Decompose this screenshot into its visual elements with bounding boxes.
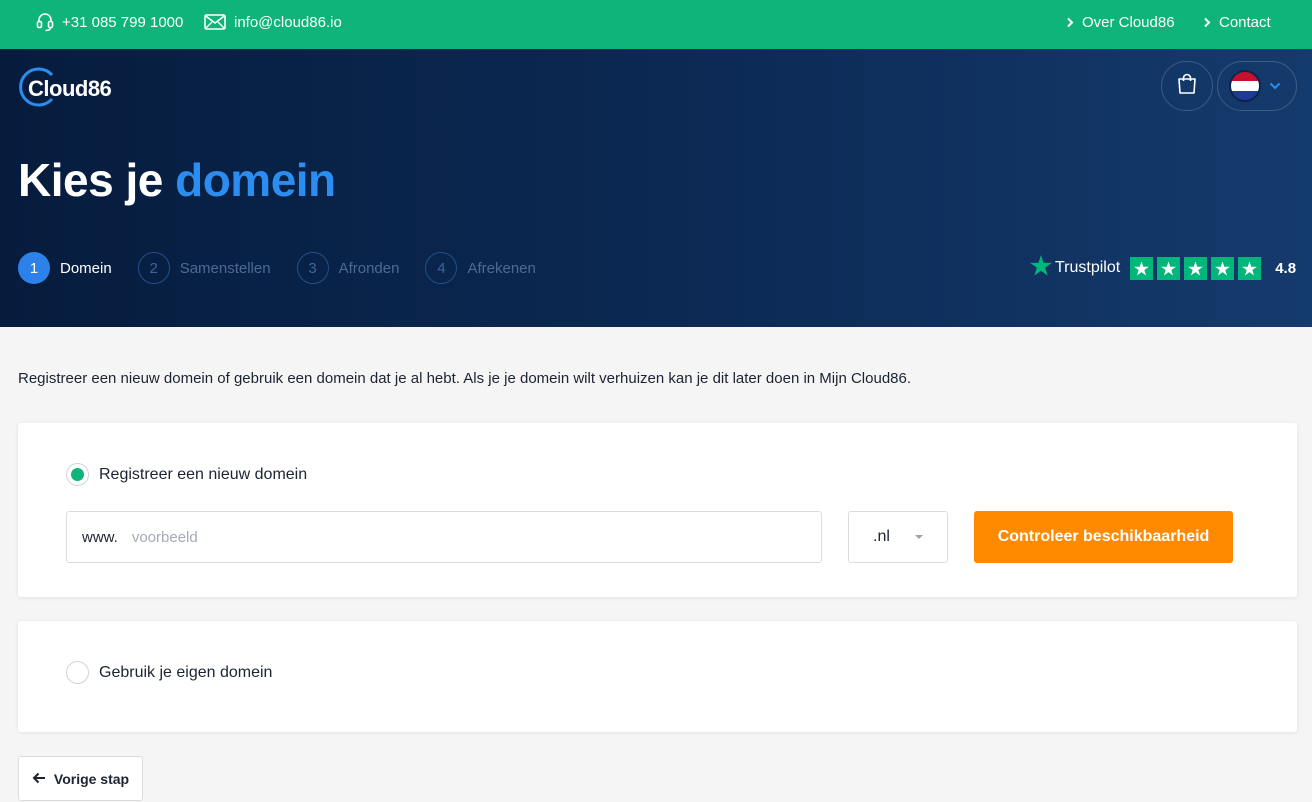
- email-address: info@cloud86.io: [234, 13, 342, 31]
- envelope-icon: [204, 14, 226, 30]
- radio-unselected[interactable]: [66, 661, 89, 684]
- option-label: Gebruik je eigen domein: [99, 663, 273, 681]
- netherlands-flag-icon: [1229, 70, 1261, 102]
- register-new-domain-option[interactable]: Registreer een nieuw domein: [66, 463, 307, 486]
- phone-link[interactable]: +31 085 799 1000: [36, 0, 183, 44]
- domain-input-group: www.: [66, 511, 822, 563]
- trustpilot-brand: Trustpilot: [1055, 259, 1121, 276]
- cloud86-logo[interactable]: Cloud86: [18, 65, 114, 109]
- trustpilot-score: 4.8: [1275, 259, 1297, 277]
- step-number: 1: [18, 252, 50, 284]
- trustpilot-rating[interactable]: Trustpilot 4.8: [1030, 255, 1296, 281]
- nav-link-over-cloud86[interactable]: Over Cloud86: [1066, 0, 1175, 44]
- phone-number: +31 085 799 1000: [62, 13, 184, 31]
- page-title: Kies je domein: [18, 153, 336, 207]
- step-label: Samenstellen: [179, 259, 271, 277]
- star-icon: [1184, 256, 1208, 280]
- page-title-accent: domein: [175, 154, 336, 206]
- star-icon: [1130, 256, 1154, 280]
- chevron-down-icon: [1269, 77, 1281, 95]
- step-label: Domein: [60, 259, 112, 277]
- step-afronden: 3 Afronden: [296, 252, 400, 284]
- radio-selected[interactable]: [66, 463, 89, 486]
- star-icon: [1157, 256, 1181, 280]
- step-number: 2: [137, 252, 170, 284]
- shopping-bag-icon: [1177, 73, 1197, 100]
- use-own-domain-option[interactable]: Gebruik je eigen domein: [66, 661, 272, 684]
- step-number: 4: [425, 252, 458, 284]
- tld-select[interactable]: .nl: [848, 511, 948, 563]
- previous-step-label: Vorige stap: [53, 770, 130, 787]
- logo-text: Cloud86: [28, 76, 112, 101]
- tld-selected-value: .nl: [873, 528, 890, 545]
- step-domein[interactable]: 1 Domein: [18, 252, 112, 284]
- trustpilot-star-icon: [1030, 255, 1052, 281]
- option-label: Registreer een nieuw domein: [99, 465, 308, 483]
- arrow-left-icon: [32, 771, 46, 787]
- previous-step-button[interactable]: Vorige stap: [18, 756, 143, 801]
- radio-dot: [71, 468, 84, 481]
- nav-link-label: Over Cloud86: [1082, 13, 1175, 31]
- email-link[interactable]: info@cloud86.io: [204, 0, 342, 44]
- trustpilot-logo: Trustpilot: [1030, 255, 1120, 281]
- cart-button[interactable]: [1161, 61, 1213, 111]
- top-bar: +31 085 799 1000 info@cloud86.io Over Cl…: [0, 0, 1312, 49]
- language-selector[interactable]: [1217, 61, 1297, 111]
- register-domain-card: Registreer een nieuw domein www. .nl Con…: [18, 423, 1297, 597]
- step-label: Afronden: [338, 259, 400, 277]
- star-icon: [1238, 256, 1262, 280]
- intro-text: Registreer een nieuw domein of gebruik e…: [18, 370, 912, 387]
- step-label: Afrekenen: [467, 259, 536, 277]
- own-domain-card: Gebruik je eigen domein: [18, 621, 1297, 732]
- step-number: 3: [296, 252, 329, 284]
- domain-name-input[interactable]: [131, 528, 692, 546]
- trustpilot-stars: [1130, 256, 1262, 280]
- headset-icon: [36, 12, 54, 32]
- chevron-right-icon: [1066, 17, 1074, 28]
- www-prefix: www.: [82, 528, 118, 546]
- chevron-right-icon: [1203, 17, 1211, 28]
- caret-down-icon: [915, 535, 923, 539]
- hero-header: Cloud86 Kies je domein 1 Domein 2 Samens…: [0, 49, 1312, 327]
- check-availability-button[interactable]: Controleer beschikbaarheid: [974, 511, 1233, 563]
- nav-link-contact[interactable]: Contact: [1203, 0, 1271, 44]
- nav-link-label: Contact: [1219, 13, 1271, 31]
- step-afrekenen: 4 Afrekenen: [425, 252, 536, 284]
- page-title-prefix: Kies je: [18, 154, 163, 206]
- star-icon: [1211, 256, 1235, 280]
- checkout-steps: 1 Domein 2 Samenstellen 3 Afronden 4 Afr…: [18, 252, 562, 284]
- step-samenstellen: 2 Samenstellen: [137, 252, 271, 284]
